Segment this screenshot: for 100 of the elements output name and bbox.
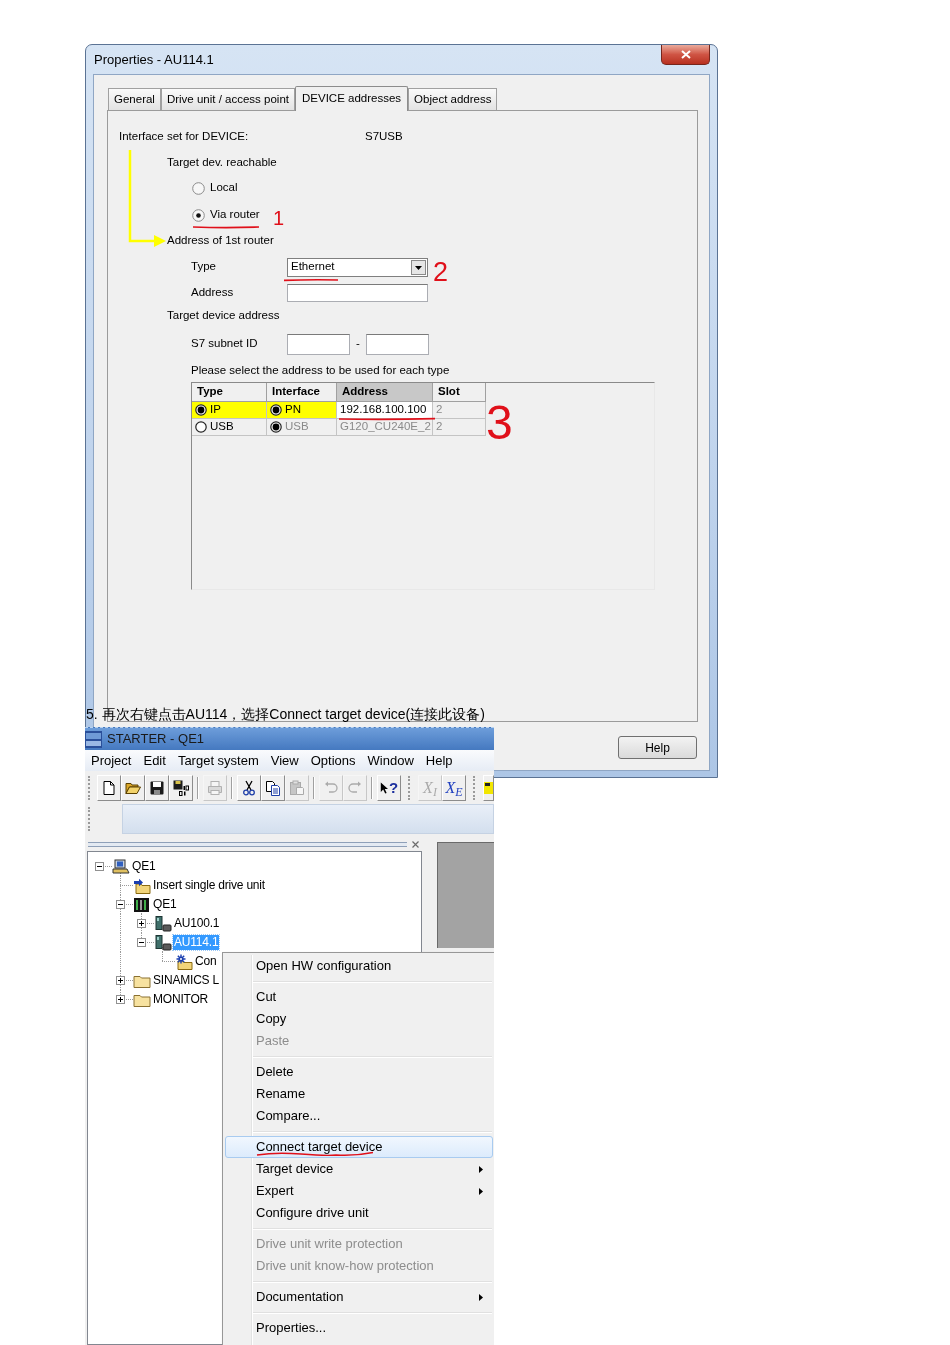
field-value: S7USB <box>365 129 403 145</box>
drive-icon <box>154 915 172 932</box>
tab[interactable]: General <box>108 88 161 110</box>
menu-item[interactable]: Compare... <box>225 1105 493 1127</box>
column-header: Type <box>192 383 267 402</box>
toolbar-button[interactable] <box>237 775 261 801</box>
type-dropdown[interactable]: Ethernet <box>287 257 428 277</box>
new-file-icon <box>101 780 117 796</box>
window-title: Properties - AU114.1 <box>94 52 214 68</box>
tree-item[interactable]: QE1 <box>152 897 178 912</box>
separator-text: - <box>355 336 361 352</box>
menu-item[interactable]: Configure drive unit <box>225 1202 493 1224</box>
group-label: Target dev. reachable <box>167 155 277 171</box>
option-label[interactable]: Via router <box>210 206 260 224</box>
radio-button[interactable] <box>195 421 207 433</box>
menu-item[interactable]: Target device <box>225 1158 493 1180</box>
toolbar-button[interactable] <box>483 775 494 801</box>
toolbar-button[interactable]: X$_{E}$ <box>442 775 466 801</box>
subnet-field[interactable] <box>366 333 429 355</box>
menu-item[interactable]: Cut <box>225 986 493 1008</box>
table-caption: Please select the address to be used for each type <box>191 363 450 379</box>
plus-box-icon[interactable] <box>116 976 125 985</box>
redo-icon <box>347 780 363 796</box>
radio-button[interactable] <box>270 404 282 416</box>
toolbar-button[interactable] <box>145 775 169 801</box>
help-button[interactable]: Help <box>618 736 697 759</box>
cell-label: USB <box>210 419 234 435</box>
plus-box-icon[interactable] <box>116 995 125 1004</box>
toolbar-button[interactable] <box>97 775 121 801</box>
minus-box-icon[interactable] <box>95 862 104 871</box>
menu-item[interactable]: Rename <box>225 1083 493 1105</box>
field-label: S7 subnet ID <box>191 336 259 352</box>
menu-item[interactable]: Connect target device <box>225 1136 493 1158</box>
field-label: Type <box>191 259 217 275</box>
menu-item[interactable]: Copy <box>225 1008 493 1030</box>
option-label[interactable]: Local <box>210 179 238 197</box>
toolbar-button[interactable] <box>169 775 193 801</box>
window-title: STARTER - QE1 <box>107 730 205 749</box>
menu-item[interactable]: Window <box>361 750 420 771</box>
address-field[interactable] <box>287 284 428 302</box>
pointer-icon <box>379 781 388 795</box>
menu-item[interactable]: Edit <box>137 750 172 771</box>
tree-item[interactable]: QE1 <box>131 859 157 874</box>
menu-item[interactable]: Target system <box>171 750 265 771</box>
minus-box-icon[interactable] <box>116 900 125 909</box>
tree-item[interactable]: AU100.1 <box>173 916 221 931</box>
underline-mark <box>192 225 260 229</box>
menu-item[interactable]: Expert <box>225 1180 493 1202</box>
tab[interactable]: Drive unit / access point <box>160 88 295 110</box>
printer-icon <box>207 780 223 796</box>
toolbar-grip[interactable] <box>408 776 411 800</box>
close-icon[interactable] <box>412 840 419 848</box>
subnet-field[interactable] <box>287 333 350 355</box>
tab[interactable]: Object address <box>408 88 498 110</box>
annotation-number: 1 <box>273 208 285 228</box>
toolbar-grip[interactable] <box>473 776 476 800</box>
close-icon <box>680 50 691 59</box>
radio-button[interactable] <box>192 208 205 222</box>
menu-item[interactable]: Options <box>304 750 362 771</box>
clipboard-icon <box>289 780 305 796</box>
toolbar-grip[interactable] <box>88 776 91 800</box>
pane-grip[interactable] <box>88 841 407 847</box>
toolbar-grip[interactable] <box>88 807 91 831</box>
tab[interactable]: DEVICE addresses <box>295 86 409 111</box>
toolbar-button[interactable]: ? <box>377 775 401 801</box>
cell-label: USB <box>285 419 309 435</box>
field-label: Interface set for DEVICE: <box>119 129 250 145</box>
close-button[interactable] <box>661 45 710 65</box>
menu-item[interactable]: Open HW configuration <box>225 955 493 977</box>
computer-icon <box>112 858 130 875</box>
instruction-text: 5. 再次右键点击AU114，选择Connect target device(连接此设备) <box>86 705 485 723</box>
tree-item[interactable]: SINAMICS L <box>152 973 221 988</box>
minus-box-icon[interactable] <box>137 938 146 947</box>
column-header: Interface <box>267 383 337 402</box>
menu-item[interactable]: View <box>264 750 305 771</box>
radio-button[interactable] <box>195 404 207 416</box>
floppy-disk-digits-icon <box>173 780 189 796</box>
tree-item[interactable]: Con <box>194 954 218 969</box>
column-header: Address <box>337 383 433 402</box>
menu-item[interactable]: Project <box>85 750 138 771</box>
group-label: Target device address <box>167 308 280 324</box>
tree-item[interactable]: MONITOR <box>152 992 210 1007</box>
menu-item[interactable]: Delete <box>225 1061 493 1083</box>
open-folder-icon <box>125 780 141 796</box>
folder-gear-icon <box>175 953 193 970</box>
app-icon <box>85 730 102 748</box>
table-cell: 2 <box>433 419 486 436</box>
radio-button[interactable] <box>192 181 205 195</box>
menu-item[interactable]: Help <box>419 750 459 771</box>
square-icon <box>484 780 493 796</box>
annotation-number: 3 <box>486 399 513 447</box>
tree-item[interactable]: Insert single drive unit <box>152 878 266 893</box>
underline-mark <box>283 278 339 282</box>
toolbar-button[interactable] <box>261 775 285 801</box>
toolbar-button[interactable] <box>121 775 145 801</box>
column-header: Slot <box>433 383 486 402</box>
table-cell: 192.168.100.100 <box>337 402 433 419</box>
plus-box-icon[interactable] <box>137 919 146 928</box>
menu-item[interactable]: Documentation <box>225 1286 493 1308</box>
menu-item[interactable]: Properties... <box>225 1317 493 1339</box>
